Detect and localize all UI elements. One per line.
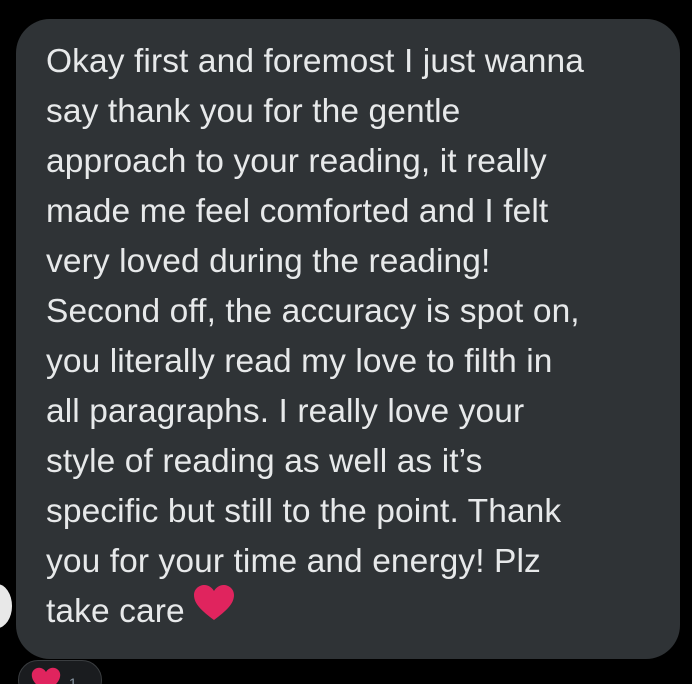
reaction-pill[interactable]: 1 [18,660,102,684]
heart-icon [31,667,61,684]
message-line: Okay first and foremost I just wanna [46,43,584,80]
sender-avatar[interactable] [0,584,12,628]
red-heart-emoji-icon [193,584,235,637]
message-line: specific but still to the point. Thank [46,493,562,530]
message-line: you for your time and energy! Plz [46,543,541,580]
message-line: all paragraphs. I really love your [46,393,525,430]
message-bubble[interactable]: Okay first and foremost I just wanna say… [16,19,680,659]
reaction-count: 1 [69,675,77,684]
message-line: style of reading as well as it’s [46,443,483,480]
message-line: you literally read my love to filth in [46,343,553,380]
message-line: say thank you for the gentle [46,93,461,130]
message-line-last: take care [46,584,656,637]
dm-conversation-view: Okay first and foremost I just wanna say… [0,0,692,684]
message-line-text: take care [46,593,185,630]
message-reaction[interactable]: 1 [18,660,102,684]
message-line: made me feel comforted and I felt [46,193,549,230]
message-line: Second off, the accuracy is spot on, [46,293,580,330]
message-line: approach to your reading, it really [46,143,547,180]
message-line: very loved during the reading! [46,243,491,280]
